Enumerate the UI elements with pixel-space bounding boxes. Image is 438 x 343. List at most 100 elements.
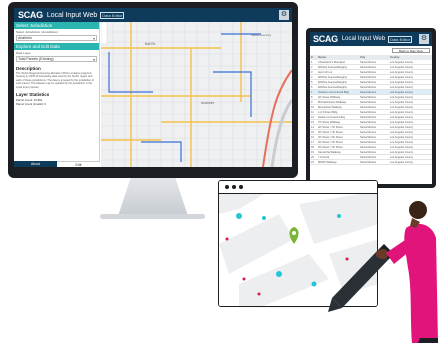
street-map: Ball Rd Anaheim Santa Ana Fwy <box>101 22 292 167</box>
table-cell: 4th Street / 7th Street <box>318 146 343 149</box>
table-cell: Santa Monica <box>360 101 376 104</box>
person-illustration <box>328 201 438 343</box>
table-cell: Samantha Walkway <box>318 151 341 154</box>
table-cell: Los Angeles County <box>390 116 414 119</box>
table-cell: Christopher's Moreland <box>318 61 345 64</box>
table-cell: 7th Street Walkway <box>318 121 341 124</box>
table-cell: Michael/Ocean Walkway <box>318 101 347 104</box>
table-cell: 7 Ocat #2 <box>318 156 330 159</box>
table-cell: Santa Monica <box>360 61 376 64</box>
table-cell: 4th Street / 7th Street <box>318 131 343 134</box>
app-title: Local Input Web <box>46 11 98 19</box>
table-cell: 7 <box>311 91 313 94</box>
table-cell: Los Angeles County <box>390 76 414 79</box>
window-dot-icon <box>232 185 236 189</box>
map-view[interactable]: Ball Rd Anaheim Santa Ana Fwy <box>101 22 292 167</box>
red-dot <box>257 292 261 296</box>
table-cell: Santa Monica <box>360 161 376 164</box>
table-cell: Los Angeles County <box>390 126 414 129</box>
table-cell: Wilshire Avenue/Naughty <box>318 76 347 79</box>
table-cell: Southern Commercial Bldg <box>318 91 349 94</box>
table-cell: Los Angeles County <box>390 136 414 139</box>
table-cell: Santa Monica <box>360 156 376 159</box>
tablet-app-title: Local Input Web <box>341 36 386 42</box>
jurisdiction-value: Anaheim <box>18 36 32 40</box>
table-cell: 6 <box>311 86 313 89</box>
table-body: 1 Christopher's Moreland Santa Monica Los A… <box>310 60 432 165</box>
table-cell: 4 <box>311 76 313 79</box>
table-cell: 17 <box>311 141 314 144</box>
table-cell: Wilshire Avenue/Naughty <box>318 81 347 84</box>
table-cell: Santa Monica <box>360 126 376 129</box>
tablet-screen: SCAG Local Input Web Data Editor ⚙ Back … <box>310 32 432 184</box>
layer-stats-title: Layer Statistics <box>16 92 50 98</box>
table-cell: Metroplitan Walkway <box>318 106 342 109</box>
tablet-app-badge: Data Editor <box>388 35 413 43</box>
table-cell: 4th Street / 7th Street <box>318 141 343 144</box>
description-text: The SCAG Regional Housing Allocation (RH… <box>16 72 94 89</box>
table-cell: Los Angeles County <box>390 151 414 154</box>
panel-tabs: About Edit <box>14 161 100 167</box>
table-cell: Santa Monica <box>360 76 376 79</box>
red-dot <box>242 277 246 281</box>
table-cell: Los Angeles County <box>390 161 414 164</box>
table-cell: 18 <box>311 146 314 149</box>
table-cell: Los Angeles County <box>390 131 414 134</box>
table-cell: 16 <box>311 136 314 139</box>
gear-icon[interactable]: ⚙ <box>419 34 429 44</box>
tab-about[interactable]: About <box>14 161 57 167</box>
table-cell: Santa Monica <box>360 151 376 154</box>
table-cell: Los Angeles County <box>390 111 414 114</box>
table-cell: Santa Monica <box>360 136 376 139</box>
table-cell: 21 <box>311 161 314 164</box>
table-cell: 4th Street / 7th Street <box>318 126 343 129</box>
table-cell: 11 <box>311 111 314 114</box>
tab-edit[interactable]: Edit <box>57 161 100 167</box>
table-cell: 9 <box>311 101 313 104</box>
table-cell: 8 <box>311 96 313 99</box>
back-to-map-button[interactable]: Back to Map View <box>392 48 430 53</box>
app-header: SCAG Local Input Web Data Editor ⚙ <box>14 8 292 22</box>
table-cell: Los Angeles County <box>390 146 414 149</box>
table-cell: 5 <box>311 81 313 84</box>
table-cell: Hunt 1/2 Lot <box>318 71 333 74</box>
table-cell: Santa Monica <box>360 121 376 124</box>
table-cell: Los Angeles County <box>390 121 414 124</box>
table-cell: MNDS Walkway <box>318 161 337 164</box>
data-layer-label: Data Layer <box>16 51 31 55</box>
table-cell: Los Angeles County <box>390 101 414 104</box>
data-layer-select[interactable]: Total Parcels (Existing) ▾ <box>16 56 97 62</box>
table-cell: Los Angeles County <box>390 156 414 159</box>
jurisdiction-select[interactable]: Anaheim ▾ <box>16 35 97 41</box>
table-cell: Los Angeles County <box>390 71 414 74</box>
table-cell: Santa Monica <box>360 71 376 74</box>
table-cell: Santa Monica <box>360 86 376 89</box>
cyan-dot <box>311 281 317 287</box>
data-layer-value: Total Parcels (Existing) <box>18 57 54 61</box>
table-cell: 2 <box>311 66 313 69</box>
table-cell: 19 <box>311 151 314 154</box>
table-cell: 1 <box>311 61 313 64</box>
red-dot <box>225 237 229 241</box>
table-cell: Santa Monica <box>360 91 376 94</box>
table-row[interactable]: 21 MNDS Walkway Santa Monica Los Angeles Co… <box>310 160 432 165</box>
gear-icon[interactable]: ⚙ <box>279 10 289 20</box>
table-cell: Santa Monica <box>360 116 376 119</box>
monitor-base <box>100 214 205 219</box>
table-cell: Los Angeles County <box>390 86 414 89</box>
table-cell: Los Angeles County <box>390 61 414 64</box>
scag-logo: SCAG <box>18 10 43 20</box>
window-titlebar <box>219 181 377 194</box>
table-cell: Nielsen A Grace/Lindbg <box>318 116 346 119</box>
table-cell: Wilshire Avenue/Naughty <box>318 66 347 69</box>
stat-invalid-count: Parcel Count (Invalid): 0 <box>16 102 47 107</box>
table-cell: Santa Monica <box>360 96 376 99</box>
window-dot-icon <box>239 185 243 189</box>
table-cell: Los Angeles County <box>390 81 414 84</box>
table-cell: 13 <box>311 121 314 124</box>
map-label-anaheim: Anaheim <box>201 101 215 105</box>
map-label-freeway: Santa Ana Fwy <box>251 33 272 37</box>
chevron-down-icon: ▾ <box>92 36 95 41</box>
cyan-dot <box>236 213 242 219</box>
table-cell: Santa Monica <box>360 131 376 134</box>
